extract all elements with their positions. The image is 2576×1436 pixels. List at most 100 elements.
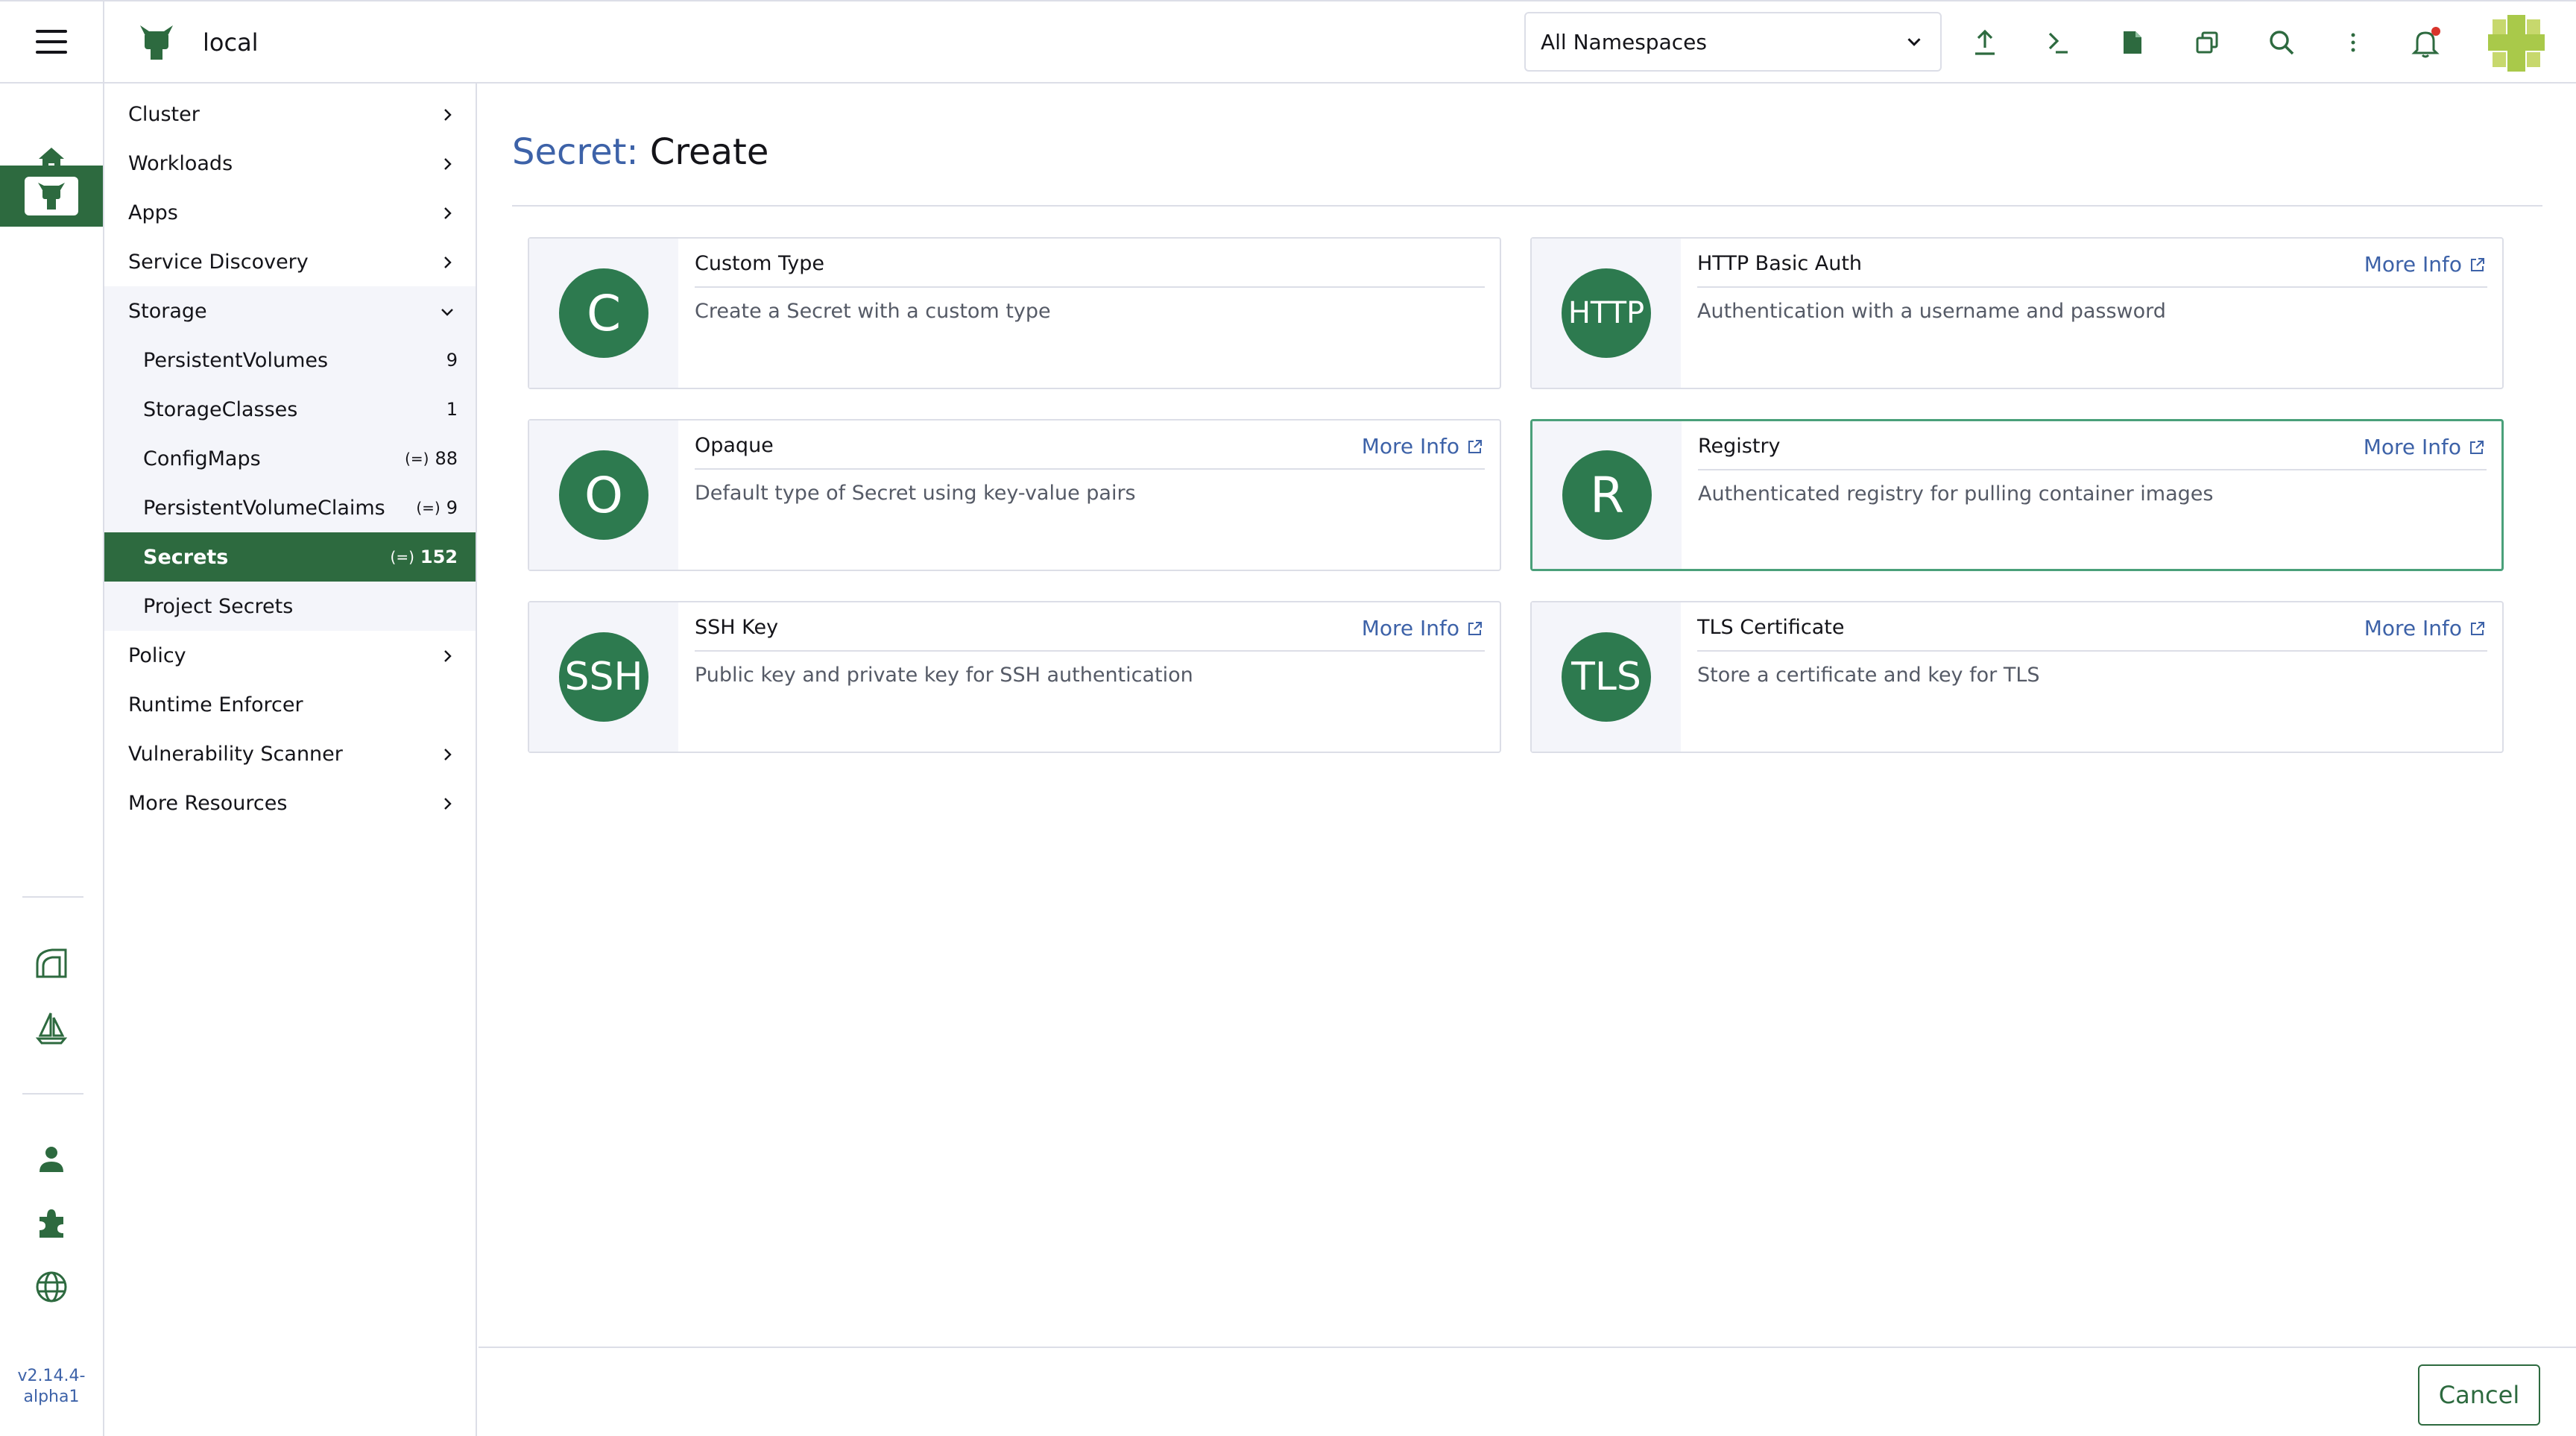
more-info-link[interactable]: More Info [2364, 435, 2485, 459]
global-settings-icon[interactable] [0, 1256, 103, 1318]
secret-type-card-opaque[interactable]: O Opaque Default type of Secret using ke… [528, 419, 1501, 571]
namespaced-icon: (=) [405, 450, 429, 467]
nav-item-label: ConfigMaps [143, 447, 261, 470]
secret-type-card-ssh-key[interactable]: SSH SSH Key Public key and private key f… [528, 601, 1501, 753]
chevron-right-icon [444, 109, 452, 121]
card-description: Authenticated registry for pulling conta… [1698, 482, 2214, 506]
namespaced-icon: (=) [416, 499, 441, 517]
external-link-icon [1468, 621, 1482, 635]
secret-type-card-tls[interactable]: TLS TLS Certificate Store a certificate … [1530, 601, 2504, 753]
more-info-link[interactable]: More Info [1362, 616, 1483, 640]
header-divider [103, 1, 104, 85]
extensions-icon[interactable] [0, 1191, 103, 1254]
more-info-label: More Info [1361, 616, 1459, 640]
page-title-main: Create [649, 131, 769, 173]
card-body: HTTP Basic Auth Authentication with a us… [1681, 239, 2502, 388]
nav-item-count: 88 [435, 448, 458, 469]
chevron-right-icon [444, 798, 452, 810]
card-description: Create a Secret with a custom type [695, 300, 1051, 323]
more-info-link[interactable]: More Info [1362, 434, 1483, 459]
card-description: Store a certificate and key for TLS [1697, 664, 2040, 687]
nav-group-label: Service Discovery [128, 250, 309, 274]
nav-item-label: Secrets [143, 545, 229, 569]
card-body: TLS Certificate Store a certificate and … [1681, 602, 2502, 752]
nav-group-policy[interactable]: Policy [104, 631, 476, 680]
chevron-down-icon [1907, 38, 1921, 46]
nav-item-configmaps[interactable]: ConfigMaps (=) 88 [104, 434, 476, 483]
footer-divider [479, 1347, 2576, 1348]
nav-item-runtime-enforcer[interactable]: Runtime Enforcer [104, 680, 476, 729]
nav-item-count: 1 [446, 399, 458, 420]
rail-divider [22, 1093, 83, 1095]
notifications-icon[interactable] [2408, 24, 2445, 61]
card-letter-avatar: O [559, 450, 648, 540]
nav-group-storage[interactable]: Storage [104, 286, 476, 336]
nav-item-project-secrets[interactable]: Project Secrets [104, 582, 476, 631]
card-body: Opaque Default type of Secret using key-… [678, 421, 1500, 570]
nav-item-label: Project Secrets [143, 594, 294, 618]
nav-group-label: Cluster [128, 102, 200, 126]
nav-group-apps[interactable]: Apps [104, 188, 476, 237]
nav-group-vulnerability-scanner[interactable]: Vulnerability Scanner [104, 729, 476, 778]
page-title: Secret: Create [512, 131, 768, 173]
nav-item-storageclasses[interactable]: StorageClasses 1 [104, 385, 476, 434]
users-icon[interactable] [0, 1127, 103, 1190]
import-yaml-icon[interactable] [1966, 24, 2004, 61]
nav-group-workloads[interactable]: Workloads [104, 139, 476, 188]
more-info-label: More Info [2364, 252, 2462, 277]
card-icon-area: R [1532, 421, 1682, 569]
cluster-explorer-icon[interactable] [0, 166, 103, 227]
card-icon-area: O [529, 421, 678, 570]
kubectl-shell-icon[interactable] [2039, 24, 2077, 61]
copy-kubeconfig-icon[interactable] [2188, 24, 2226, 61]
avatar[interactable] [2488, 15, 2545, 72]
card-description: Authentication with a username and passw… [1697, 300, 2166, 323]
nav-item-label: PersistentVolumeClaims [143, 496, 385, 520]
card-letter-avatar: R [1562, 450, 1652, 540]
namespace-select[interactable]: All Namespaces [1524, 12, 1942, 72]
card-description: Default type of Secret using key-value p… [695, 482, 1136, 505]
nav-group-more-resources[interactable]: More Resources [104, 778, 476, 828]
nav-item-count: 152 [420, 547, 458, 567]
external-link-icon [2470, 440, 2484, 454]
more-info-link[interactable]: More Info [2364, 616, 2486, 640]
app-rail: v2.14.4- alpha1 [0, 84, 104, 1436]
notification-badge [2431, 27, 2440, 36]
nav-group-label: Workloads [128, 151, 233, 175]
kubeconfig-download-icon[interactable] [2114, 24, 2151, 61]
nav-group-service-discovery[interactable]: Service Discovery [104, 237, 476, 286]
fleet-icon[interactable] [0, 932, 103, 995]
secret-type-card-custom[interactable]: C Custom Type Create a Secret with a cus… [528, 237, 1501, 389]
chevron-down-icon [441, 309, 453, 316]
nav-group-label: Storage [128, 299, 207, 323]
nav-group-cluster[interactable]: Cluster [104, 89, 476, 139]
more-actions-icon[interactable] [2334, 24, 2372, 61]
cancel-button[interactable]: Cancel [2418, 1364, 2540, 1426]
rail-divider [22, 896, 83, 898]
nav-item-secrets[interactable]: Secrets (=) 152 [104, 532, 476, 582]
page-title-prefix[interactable]: Secret: [512, 131, 639, 173]
main-content: Secret: Create C Custom Type Create a Se… [479, 84, 2576, 1436]
secret-type-card-registry[interactable]: R Registry Authenticated registry for pu… [1530, 419, 2504, 571]
cluster-name: local [203, 28, 259, 57]
card-icon-area: SSH [529, 602, 678, 752]
secret-type-card-http-basic-auth[interactable]: HTTP HTTP Basic Auth Authentication with… [1530, 237, 2504, 389]
version-label: v2.14.4- alpha1 [0, 1366, 103, 1408]
nav-group-label: Apps [128, 201, 178, 224]
card-body: SSH Key Public key and private key for S… [678, 602, 1500, 752]
resource-search-icon[interactable] [2263, 24, 2300, 61]
card-body: Registry Authenticated registry for pull… [1682, 421, 2501, 569]
card-letter-avatar: SSH [559, 632, 648, 722]
hamburger-menu-icon[interactable] [36, 30, 67, 54]
sail-icon[interactable] [0, 996, 103, 1059]
card-description: Public key and private key for SSH authe… [695, 664, 1193, 687]
namespace-select-value: All Namespaces [1541, 29, 1707, 54]
nav-group-label: Vulnerability Scanner [128, 742, 343, 766]
card-letter-avatar: HTTP [1562, 268, 1651, 358]
more-info-label: More Info [2363, 435, 2461, 459]
nav-item-persistentvolumeclaims[interactable]: PersistentVolumeClaims (=) 9 [104, 483, 476, 532]
card-letter-avatar: TLS [1562, 632, 1651, 722]
nav-item-persistentvolumes[interactable]: PersistentVolumes 9 [104, 336, 476, 385]
more-info-link[interactable]: More Info [2364, 252, 2486, 277]
top-header: local All Namespaces [0, 0, 2576, 85]
